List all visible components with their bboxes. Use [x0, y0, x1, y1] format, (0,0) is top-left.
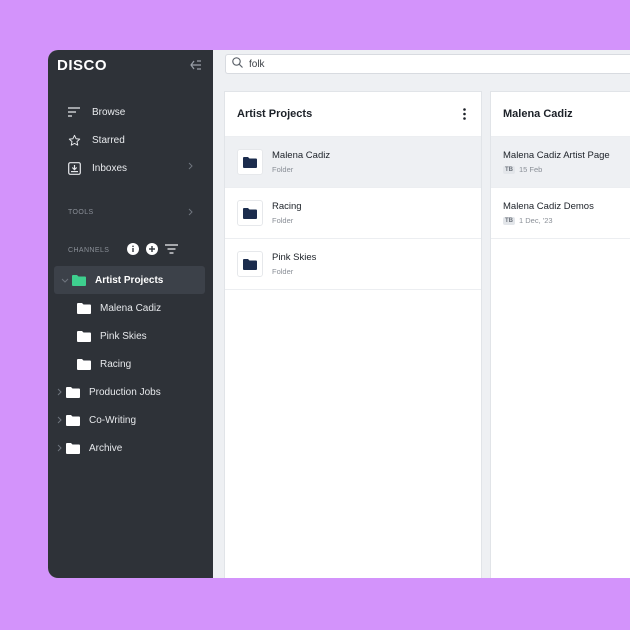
nav-inboxes-label: Inboxes — [92, 162, 128, 174]
search-input[interactable] — [249, 58, 549, 70]
row-meta: TB 15 Feb — [503, 165, 618, 174]
user-badge: TB — [503, 165, 515, 174]
row-date: 1 Dec, '23 — [519, 216, 553, 225]
row-title: Racing — [272, 201, 302, 212]
nav-browse[interactable]: Browse — [48, 98, 213, 126]
folder-row-pink-skies[interactable]: Pink Skies Folder — [225, 239, 481, 290]
search-icon — [232, 55, 243, 73]
tools-section[interactable]: TOOLS — [48, 202, 213, 222]
tools-label: TOOLS — [68, 208, 94, 216]
tree-item-production-jobs[interactable]: Production Jobs — [48, 378, 213, 406]
panel-header: Artist Projects — [225, 92, 481, 137]
folder-icon — [72, 274, 86, 286]
collapse-sidebar-icon[interactable] — [189, 58, 203, 72]
more-options-icon[interactable] — [459, 107, 469, 121]
nav-inboxes[interactable]: Inboxes — [48, 154, 213, 182]
brand-row: DISCO — [48, 50, 213, 80]
tree-item-racing[interactable]: Racing — [48, 350, 213, 378]
folder-row-racing[interactable]: Racing Folder — [225, 188, 481, 239]
tree-item-artist-projects[interactable]: Artist Projects — [54, 266, 205, 294]
app-logo: DISCO — [57, 56, 108, 74]
folder-icon — [77, 302, 91, 314]
malena-cadiz-panel: Malena Cadiz Malena Cadiz Artist Page TB… — [490, 91, 630, 578]
inbox-icon — [67, 161, 81, 175]
browse-icon — [67, 105, 81, 119]
row-text: Malena Cadiz Folder — [272, 150, 330, 174]
row-text: Racing Folder — [272, 201, 302, 225]
row-subtitle: Folder — [272, 267, 294, 276]
tree-item-label: Production Jobs — [89, 386, 161, 398]
channels-label: CHANNELS — [68, 246, 110, 254]
tree-item-label: Racing — [100, 358, 132, 370]
chevron-right-icon[interactable] — [54, 416, 64, 424]
chevron-right-icon[interactable] — [188, 208, 193, 218]
row-date: 15 Feb — [519, 165, 543, 174]
playlist-row-artist-page[interactable]: Malena Cadiz Artist Page TB 15 Feb — [491, 137, 630, 188]
channels-actions — [127, 243, 179, 257]
channels-section: CHANNELS — [48, 240, 213, 260]
row-title: Malena Cadiz Demos — [503, 201, 594, 212]
tree-item-label: Pink Skies — [100, 330, 147, 342]
row-text: Pink Skies Folder — [272, 252, 316, 276]
panel-title: Artist Projects — [237, 108, 313, 120]
tree-item-malena-cadiz[interactable]: Malena Cadiz — [48, 294, 213, 322]
search-bar[interactable] — [225, 54, 630, 74]
user-badge: TB — [503, 216, 515, 225]
row-subtitle: Folder — [272, 165, 294, 174]
panel-title: Malena Cadiz — [503, 108, 573, 120]
nav-browse-label: Browse — [92, 106, 126, 118]
folder-icon — [237, 251, 263, 277]
row-subtitle: Folder — [272, 216, 294, 225]
sidebar: DISCO Browse Starred Inboxes TOOLS CHANN… — [48, 50, 213, 578]
tree-item-co-writing[interactable]: Co-Writing — [48, 406, 213, 434]
folder-icon — [66, 386, 80, 398]
star-icon — [67, 133, 81, 147]
filter-icon[interactable] — [165, 244, 179, 256]
info-icon[interactable] — [127, 243, 140, 257]
app-window: DISCO Browse Starred Inboxes TOOLS CHANN… — [48, 50, 630, 578]
folder-icon — [77, 330, 91, 342]
tree-item-label: Co-Writing — [89, 414, 137, 426]
main-nav: Browse Starred Inboxes — [48, 98, 213, 182]
nav-starred-label: Starred — [92, 134, 125, 146]
folder-icon — [77, 358, 91, 370]
channel-tree: Artist Projects Malena Cadiz Pink Skies … — [48, 266, 213, 462]
tree-item-label: Artist Projects — [95, 274, 164, 286]
chevron-right-icon[interactable] — [54, 444, 64, 452]
folder-icon — [237, 200, 263, 226]
tree-item-label: Archive — [89, 442, 123, 454]
tree-item-label: Malena Cadiz — [100, 302, 162, 314]
row-title: Malena Cadiz — [272, 150, 331, 161]
nav-starred[interactable]: Starred — [48, 126, 213, 154]
row-meta: TB 1 Dec, '23 — [503, 216, 618, 225]
add-channel-icon[interactable] — [146, 243, 159, 257]
folder-row-malena-cadiz[interactable]: Malena Cadiz Folder — [225, 137, 481, 188]
main-content: Artist Projects Malena Cadiz Folder — [213, 50, 630, 578]
chevron-right-icon[interactable] — [188, 162, 193, 173]
chevron-right-icon[interactable] — [54, 388, 64, 396]
panel-header: Malena Cadiz — [491, 92, 630, 137]
row-title: Pink Skies — [272, 252, 317, 263]
tree-item-pink-skies[interactable]: Pink Skies — [48, 322, 213, 350]
tree-item-archive[interactable]: Archive — [48, 434, 213, 462]
folder-icon — [66, 442, 80, 454]
artist-projects-panel: Artist Projects Malena Cadiz Folder Raci… — [224, 91, 482, 578]
chevron-down-icon[interactable] — [60, 278, 70, 283]
playlist-row-demos[interactable]: Malena Cadiz Demos TB 1 Dec, '23 — [491, 188, 630, 239]
row-title: Malena Cadiz Artist Page — [503, 150, 610, 161]
folder-icon — [237, 149, 263, 175]
folder-icon — [66, 414, 80, 426]
